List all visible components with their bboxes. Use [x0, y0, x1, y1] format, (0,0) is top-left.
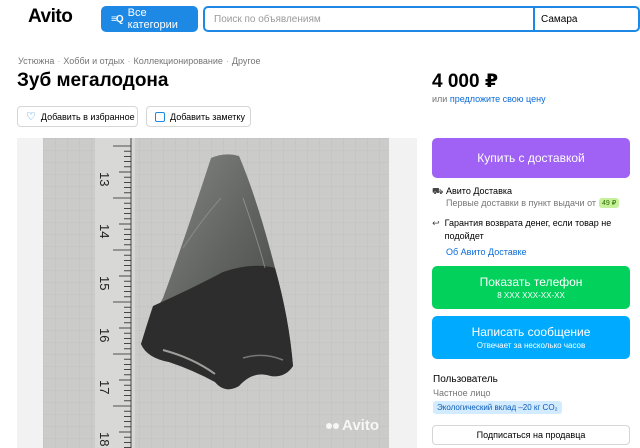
delivery-sub-text: Первые доставки в пункт выдачи от — [446, 198, 597, 208]
all-categories-button[interactable]: ≡Q Все категории — [101, 6, 198, 32]
write-message-label: Написать сообщение — [471, 325, 591, 339]
delivery-info: ⛟ Авито Доставка — [432, 186, 512, 198]
add-to-favorites-label: Добавить в избранное — [40, 111, 135, 122]
listing-photo[interactable]: 13 14 15 16 17 18 Avito — [43, 138, 389, 448]
ruler-label: 17 — [97, 380, 112, 394]
buy-with-delivery-button[interactable]: Купить с доставкой — [432, 138, 630, 178]
eco-contribution-badge[interactable]: Экологический вклад –20 кг CO₂ — [433, 401, 562, 414]
show-phone-label: Показать телефон — [479, 275, 583, 289]
add-note-label: Добавить заметку — [170, 111, 245, 122]
note-icon — [155, 111, 165, 122]
search-bar: Поиск по объявлениям Самара — [203, 6, 640, 32]
guarantee-text: Гарантия возврата денег, если товар не п… — [444, 218, 612, 241]
return-arrow-icon: ↩ — [432, 218, 440, 228]
ruler-label: 14 — [97, 224, 112, 238]
money-back-guarantee: ↩ Гарантия возврата денег, если товар не… — [432, 217, 622, 243]
heart-icon: ♡ — [26, 111, 36, 123]
subscribe-seller-button[interactable]: Подписаться на продавца — [432, 425, 630, 445]
seller-name[interactable]: Пользователь — [433, 374, 498, 385]
breadcrumb-item-collecting[interactable]: Коллекционирование — [134, 56, 223, 66]
breadcrumb-separator: · — [127, 56, 131, 66]
search-input[interactable]: Поиск по объявлениям — [205, 8, 535, 30]
ruler-label: 13 — [97, 172, 112, 186]
add-note-button[interactable]: Добавить заметку — [146, 106, 251, 127]
avito-logo[interactable]: Avito — [28, 6, 73, 28]
offer-prefix: или — [432, 94, 448, 104]
delivery-price-badge: 49 ₽ — [599, 198, 620, 208]
menu-search-icon: ≡Q — [111, 13, 124, 25]
all-categories-label: Все категории — [127, 7, 178, 31]
listing-title: Зуб мегалодона — [17, 70, 169, 91]
response-time: Отвечает за несколько часов — [476, 341, 586, 350]
breadcrumb-item-town[interactable]: Устюжна — [18, 56, 54, 66]
avito-dots-icon — [326, 422, 340, 429]
breadcrumb-item-other[interactable]: Другое — [232, 56, 261, 66]
ruler-label: 18 — [97, 432, 112, 446]
write-message-button[interactable]: Написать сообщение Отвечает за несколько… — [432, 316, 630, 359]
truck-icon: ⛟ — [432, 186, 444, 196]
megalodon-tooth-photo: 13 14 15 16 17 18 — [43, 138, 389, 448]
watermark-text: Avito — [342, 417, 379, 434]
ruler-label: 16 — [97, 328, 112, 342]
delivery-subtitle: Первые доставки в пункт выдачи от 49 ₽ — [446, 198, 620, 208]
show-phone-button[interactable]: Показать телефон 8 XXX XXX-XX-XX — [432, 266, 630, 309]
seller-type: Частное лицо — [433, 388, 491, 398]
listing-price: 4 000 ₽ — [432, 71, 499, 92]
delivery-title: Авито Доставка — [446, 186, 512, 196]
about-delivery-link[interactable]: Об Авито Доставке — [446, 247, 527, 257]
breadcrumb-separator: · — [225, 56, 229, 66]
ruler-label: 15 — [97, 276, 112, 290]
price-offer: или предложите свою цену — [432, 94, 546, 104]
offer-price-link[interactable]: предложите свою цену — [450, 94, 546, 104]
add-to-favorites-button[interactable]: ♡ Добавить в избранное — [17, 106, 138, 127]
breadcrumb-separator: · — [57, 56, 61, 66]
breadcrumb: Устюжна · Хобби и отдых · Коллекциониров… — [18, 56, 261, 66]
breadcrumb-item-hobby[interactable]: Хобби и отдых — [63, 56, 124, 66]
city-selector[interactable]: Самара — [535, 8, 638, 30]
masked-phone: 8 XXX XXX-XX-XX — [497, 291, 565, 300]
avito-watermark: Avito — [326, 417, 379, 434]
